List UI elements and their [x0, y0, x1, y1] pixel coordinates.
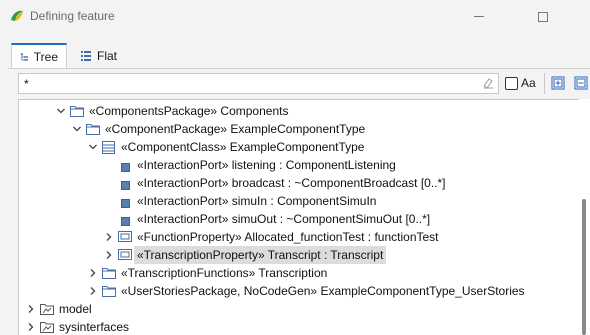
tree-item[interactable]: «UserStoriesPackage, NoCodeGen» ExampleC… — [19, 282, 579, 300]
tree-item[interactable]: «TranscriptionProperty» Transcript : Tra… — [19, 246, 579, 264]
tab-flat[interactable]: Flat — [72, 43, 128, 68]
chevron-right-icon[interactable] — [25, 303, 37, 315]
chevron-down-icon[interactable] — [87, 141, 99, 153]
chevron-down-icon[interactable] — [71, 123, 83, 135]
tree-item[interactable]: «ComponentClass» ExampleComponentType — [19, 138, 579, 156]
tab-divider — [8, 68, 590, 69]
case-sensitive-label: Aa — [521, 76, 536, 90]
tree-item[interactable]: model — [19, 300, 579, 318]
window-title: Defining feature — [30, 9, 115, 23]
tab-tree[interactable]: Tree — [11, 43, 67, 68]
tree-item[interactable]: «InteractionPort» simuIn : ComponentSimu… — [19, 192, 579, 210]
tree-item-label: «FunctionProperty» Allocated_functionTes… — [137, 230, 439, 244]
tree-item-label: «UserStoriesPackage, NoCodeGen» ExampleC… — [121, 284, 525, 298]
tree-item[interactable]: «InteractionPort» broadcast : ~Component… — [19, 174, 579, 192]
tree-item-label: «ComponentPackage» ExampleComponentType — [105, 122, 366, 136]
chevron-right-icon[interactable] — [25, 321, 37, 333]
app-logo-icon — [11, 10, 23, 21]
tree-icon — [20, 52, 29, 61]
tree-item[interactable]: «TranscriptionFunctions» Transcription — [19, 264, 579, 282]
tree-item-label: «InteractionPort» listening : ComponentL… — [137, 158, 396, 172]
tree-item-label: «TranscriptionFunctions» Transcription — [121, 266, 328, 280]
class-icon — [102, 141, 115, 157]
port-icon — [121, 179, 130, 193]
case-sensitive-checkbox[interactable] — [505, 77, 518, 90]
chevron-right-icon[interactable] — [87, 267, 99, 279]
model-folder-icon — [40, 303, 54, 318]
tree-item[interactable]: «ComponentPackage» ExampleComponentType — [19, 120, 579, 138]
list-icon — [81, 50, 91, 61]
tree-item[interactable]: «InteractionPort» simuOut : ~ComponentSi… — [19, 210, 579, 228]
expand-all-icon[interactable] — [551, 76, 565, 90]
maximize-icon — [538, 11, 548, 22]
chevron-right-icon[interactable] — [103, 249, 115, 261]
minimize-button[interactable] — [456, 0, 502, 33]
scrollbar-thumb[interactable] — [582, 199, 586, 335]
port-icon — [121, 197, 130, 211]
model-folder-icon — [40, 321, 54, 335]
tree-item-label: «ComponentsPackage» Components — [89, 104, 289, 118]
property-icon — [118, 231, 132, 245]
tree-item[interactable]: sysinterfaces — [19, 318, 579, 335]
collapse-all-icon[interactable] — [574, 76, 588, 90]
property-icon — [118, 249, 132, 263]
folder-icon — [102, 267, 116, 282]
maximize-button[interactable] — [520, 0, 566, 33]
folder-icon — [102, 285, 116, 300]
tree-item[interactable]: «ComponentsPackage» Components — [19, 102, 579, 120]
port-icon — [121, 161, 130, 175]
title-bar: Defining feature — [0, 0, 590, 33]
tree-item[interactable]: «FunctionProperty» Allocated_functionTes… — [19, 228, 579, 246]
tree-item-label: «ComponentClass» ExampleComponentType — [121, 140, 365, 154]
tree-item-label: «InteractionPort» simuIn : ComponentSimu… — [137, 194, 377, 208]
tree-item-label: sysinterfaces — [59, 320, 130, 334]
tree-item-label: «TranscriptionProperty» Transcript : Tra… — [134, 246, 387, 264]
folder-icon — [86, 123, 100, 138]
tree-item-label: «InteractionPort» broadcast : ~Component… — [137, 176, 446, 190]
filter-bar: Aa — [18, 73, 590, 95]
chevron-down-icon[interactable] — [55, 105, 67, 117]
minimize-icon — [474, 16, 484, 17]
folder-icon — [70, 105, 84, 120]
chevron-right-icon[interactable] — [87, 285, 99, 297]
tree-item[interactable]: «InteractionPort» listening : ComponentL… — [19, 156, 579, 174]
tab-flat-label: Flat — [97, 48, 118, 63]
toolbar-separator — [544, 73, 545, 94]
clear-filter-icon[interactable] — [481, 76, 495, 90]
tab-tree-label: Tree — [33, 49, 58, 64]
tree-item-label: «InteractionPort» simuOut : ~ComponentSi… — [137, 212, 431, 226]
vertical-scrollbar[interactable] — [579, 99, 590, 335]
chevron-right-icon[interactable] — [103, 231, 115, 243]
tree-item-label: model — [59, 302, 92, 316]
port-icon — [121, 215, 130, 229]
filter-input[interactable] — [18, 73, 499, 94]
tree-view: «ComponentsPackage» Components «Component… — [18, 99, 590, 335]
